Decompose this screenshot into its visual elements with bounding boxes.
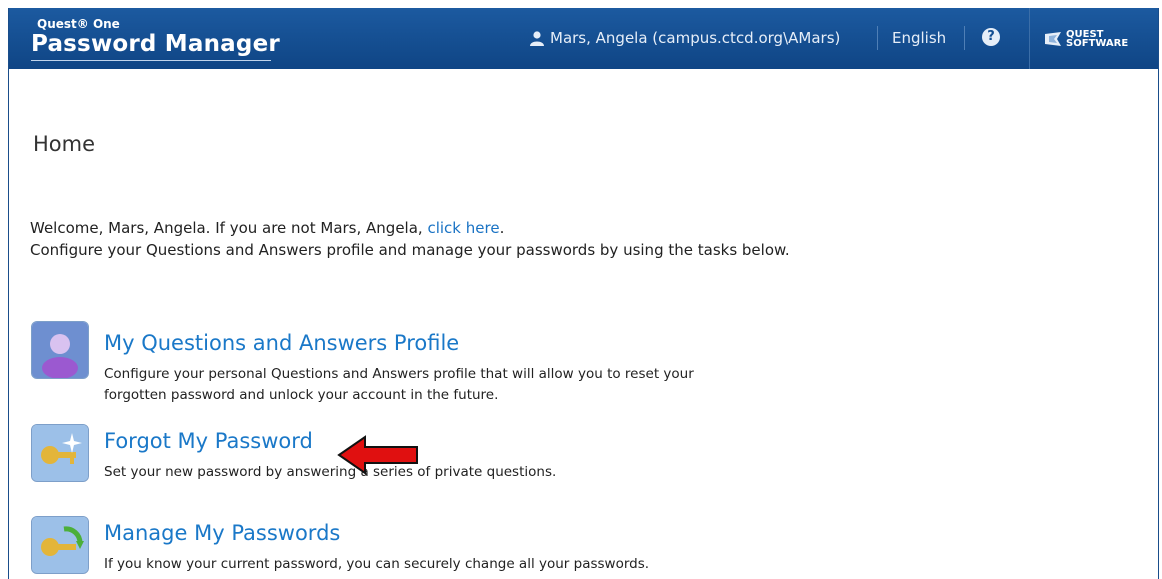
person-profile-icon bbox=[31, 321, 89, 379]
user-icon bbox=[530, 30, 544, 46]
task-description: If you know your current password, you c… bbox=[104, 556, 650, 572]
red-arrow-icon bbox=[337, 435, 418, 475]
welcome-text: Welcome, Mars, Angela. If you are not Ma… bbox=[30, 219, 423, 237]
user-name: Mars, Angela (campus.ctcd.org\AMars) bbox=[550, 29, 841, 47]
question-circle-icon[interactable]: ? bbox=[982, 28, 1000, 46]
key-sparkle-icon bbox=[31, 424, 89, 482]
user-menu[interactable]: Mars, Angela (campus.ctcd.org\AMars) bbox=[530, 29, 840, 47]
quest-logo-icon bbox=[1045, 32, 1061, 46]
header-divider bbox=[877, 26, 878, 50]
welcome-message: Welcome, Mars, Angela. If you are not Ma… bbox=[30, 217, 790, 261]
task-description-line: forgotten password and unlock your accou… bbox=[104, 387, 499, 403]
brand-underline bbox=[31, 60, 271, 61]
task-title[interactable]: My Questions and Answers Profile bbox=[104, 331, 459, 355]
task-title[interactable]: Forgot My Password bbox=[104, 429, 313, 453]
app-window: Quest® One Password Manager Mars, Angela… bbox=[8, 8, 1159, 579]
header-bar: Quest® One Password Manager Mars, Angela… bbox=[9, 8, 1158, 69]
page-title: Home bbox=[33, 132, 96, 156]
welcome-line: Welcome, Mars, Angela. If you are not Ma… bbox=[30, 217, 790, 239]
vendor-logo: QUEST SOFTWARE bbox=[1029, 8, 1158, 69]
brand-superscript: Quest® One bbox=[37, 17, 120, 31]
header-divider bbox=[964, 26, 965, 50]
welcome-period: . bbox=[499, 219, 505, 237]
task-description: Configure your personal Questions and An… bbox=[104, 364, 694, 406]
vendor-name: QUEST SOFTWARE bbox=[1066, 30, 1129, 49]
vendor-line-2: SOFTWARE bbox=[1066, 38, 1129, 49]
not-me-link[interactable]: click here bbox=[427, 219, 499, 237]
task-description: Set your new password by answering a ser… bbox=[104, 464, 557, 480]
task-title[interactable]: Manage My Passwords bbox=[104, 521, 340, 545]
task-description-line: Configure your personal Questions and An… bbox=[104, 366, 694, 382]
welcome-subtext: Configure your Questions and Answers pro… bbox=[30, 241, 790, 259]
brand-title[interactable]: Password Manager bbox=[31, 31, 280, 57]
language-selector[interactable]: English bbox=[892, 29, 946, 47]
key-refresh-icon bbox=[31, 516, 89, 574]
